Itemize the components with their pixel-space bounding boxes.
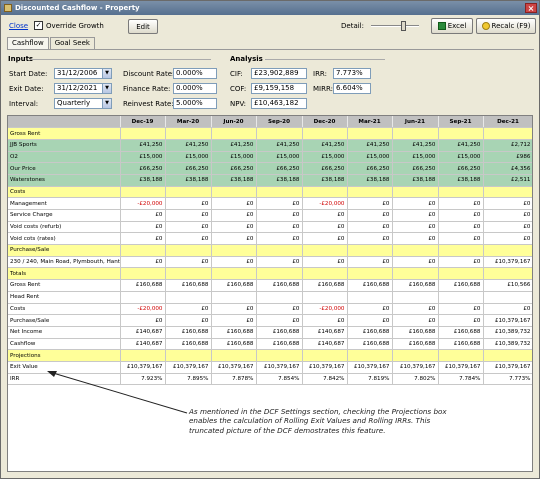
annotation-text: As mentioned in the DCF Settings section… [189,407,447,435]
dcf-window: Discounted Cashflow - Property × Close ✓… [0,0,540,479]
